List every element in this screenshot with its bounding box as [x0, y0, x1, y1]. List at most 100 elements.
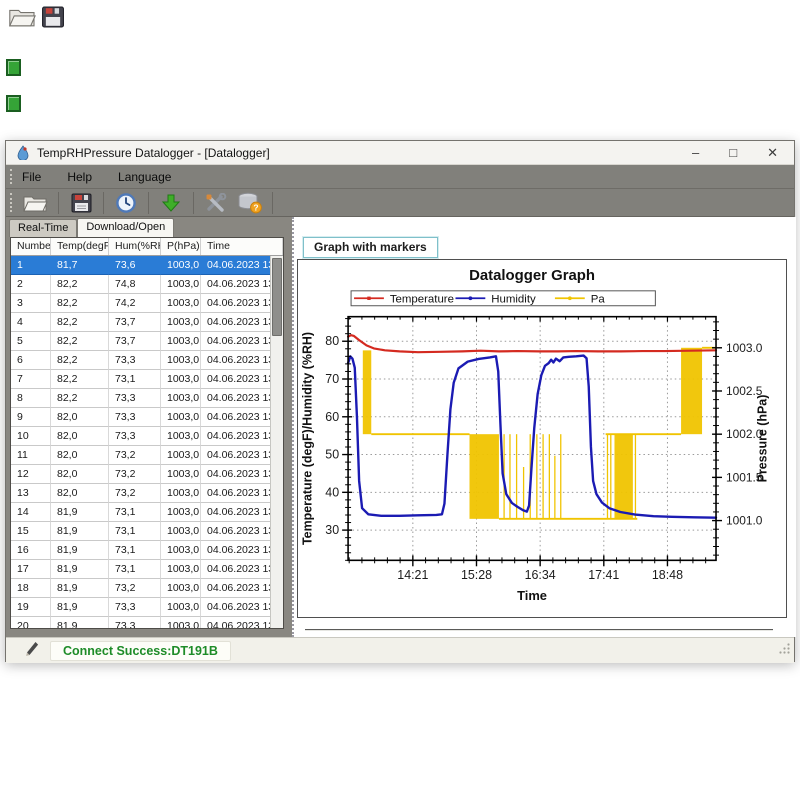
menubar-gripper[interactable]	[10, 169, 13, 184]
table-row[interactable]: 1881,973,21003,004.06.2023 13...	[11, 579, 283, 598]
table-row[interactable]: 1981,973,31003,004.06.2023 13...	[11, 598, 283, 617]
table-cell: 20	[11, 617, 51, 628]
table-cell: 73,3	[109, 598, 161, 617]
table-row[interactable]: 1282,073,21003,004.06.2023 13...	[11, 465, 283, 484]
table-cell: 82,0	[51, 408, 109, 427]
settings-tools-button[interactable]	[202, 191, 230, 215]
maximize-button[interactable]: □	[729, 142, 737, 164]
save-button[interactable]	[67, 191, 95, 215]
menu-file[interactable]: File	[22, 170, 41, 184]
connection-pen-icon	[24, 639, 40, 662]
table-cell: 8	[11, 389, 51, 408]
legend-label: Pa	[591, 293, 606, 305]
table-row[interactable]: 1581,973,11003,004.06.2023 13...	[11, 522, 283, 541]
column-header-2[interactable]: Hum(%RH)	[109, 238, 161, 255]
table-cell: 1	[11, 256, 51, 275]
legend-label: Humidity	[491, 293, 536, 305]
table-row[interactable]: 682,273,31003,004.06.2023 13...	[11, 351, 283, 370]
x-axis-title: Time	[517, 588, 547, 603]
open-folder-button[interactable]	[22, 191, 50, 215]
menu-language[interactable]: Language	[118, 170, 171, 184]
toolbar-separator	[272, 192, 273, 214]
toolbar-gripper[interactable]	[10, 193, 13, 212]
table-cell: 73,2	[109, 484, 161, 503]
table-cell: 82,2	[51, 294, 109, 313]
menu-help[interactable]: Help	[67, 170, 92, 184]
column-header-4[interactable]: Time	[201, 238, 283, 255]
table-row[interactable]: 782,273,11003,004.06.2023 13...	[11, 370, 283, 389]
svg-text:17:41: 17:41	[588, 568, 619, 582]
table-cell: 1003,0	[161, 617, 201, 628]
svg-text:1003.0: 1003.0	[726, 341, 763, 355]
table-cell: 81,9	[51, 541, 109, 560]
column-header-1[interactable]: Temp(degF)	[51, 238, 109, 255]
table-cell: 3	[11, 294, 51, 313]
tab-real-time[interactable]: Real-Time	[9, 219, 77, 237]
table-row[interactable]: 482,273,71003,004.06.2023 13...	[11, 313, 283, 332]
toolbar-separator	[193, 192, 194, 214]
toolbar: ?	[6, 189, 794, 217]
svg-text:16:34: 16:34	[525, 568, 556, 582]
table-row[interactable]: 1082,073,31003,004.06.2023 13...	[11, 427, 283, 446]
resize-grip[interactable]	[778, 642, 791, 660]
database-help-button[interactable]: ?	[236, 191, 264, 215]
data-panel: Real-Time Download/Open NumberTemp(degF)…	[6, 217, 293, 637]
table-cell: 1003,0	[161, 313, 201, 332]
table-cell: 1003,0	[161, 560, 201, 579]
table-row[interactable]: 1481,973,11003,004.06.2023 13...	[11, 503, 283, 522]
table-cell: 82,0	[51, 484, 109, 503]
table-row[interactable]: 1182,073,21003,004.06.2023 13...	[11, 446, 283, 465]
tab-strip: Real-Time Download/Open	[9, 218, 174, 237]
right-axis-title: Pressure (hPa)	[756, 395, 770, 483]
svg-text:40: 40	[325, 485, 339, 499]
svg-text:14:21: 14:21	[397, 568, 428, 582]
table-cell: 81,7	[51, 256, 109, 275]
table-row[interactable]: 282,274,81003,004.06.2023 13...	[11, 275, 283, 294]
table-cell: 82,2	[51, 351, 109, 370]
table-cell: 73,3	[109, 408, 161, 427]
table-cell: 73,7	[109, 313, 161, 332]
titlebar[interactable]: TempRHPressure Datalogger - [Datalogger]…	[6, 141, 794, 165]
table-row[interactable]: 1781,973,11003,004.06.2023 13...	[11, 560, 283, 579]
table-row[interactable]: 2081,973,31003,004.06.2023 13...	[11, 617, 283, 628]
table-cell: 1003,0	[161, 389, 201, 408]
table-row[interactable]: 582,273,71003,004.06.2023 13...	[11, 332, 283, 351]
table-cell: 82,2	[51, 389, 109, 408]
table-row[interactable]: 882,273,31003,004.06.2023 13...	[11, 389, 283, 408]
table-header: NumberTemp(degF)Hum(%RH)P(hPa)Time	[11, 238, 283, 256]
graph-with-markers-button[interactable]: Graph with markers	[303, 237, 438, 258]
menubar: File Help Language	[6, 165, 794, 189]
close-button[interactable]: ✕	[767, 142, 778, 164]
history-clock-button[interactable]	[112, 191, 140, 215]
table-cell: 82,0	[51, 446, 109, 465]
download-arrow-button[interactable]	[157, 191, 185, 215]
table-cell: 17	[11, 560, 51, 579]
svg-text:50: 50	[325, 448, 339, 462]
svg-text:30: 30	[325, 523, 339, 537]
table-body: 181,773,61003,004.06.2023 13...282,274,8…	[11, 256, 283, 628]
tab-download-open[interactable]: Download/Open	[77, 218, 174, 237]
table-cell: 73,3	[109, 427, 161, 446]
minimize-button[interactable]: –	[692, 142, 699, 164]
table-cell: 82,2	[51, 370, 109, 389]
table-cell: 19	[11, 598, 51, 617]
table-row[interactable]: 1382,073,21003,004.06.2023 13...	[11, 484, 283, 503]
table-row[interactable]: 982,073,31003,004.06.2023 13...	[11, 408, 283, 427]
toolbar-separator	[58, 192, 59, 214]
table-row[interactable]: 1681,973,11003,004.06.2023 13...	[11, 541, 283, 560]
table-cell: 1003,0	[161, 294, 201, 313]
svg-text:80: 80	[325, 334, 339, 348]
table-cell: 73,3	[109, 351, 161, 370]
table-cell: 73,1	[109, 503, 161, 522]
table-cell: 1003,0	[161, 465, 201, 484]
table-row[interactable]: 382,274,21003,004.06.2023 13...	[11, 294, 283, 313]
svg-text:70: 70	[325, 372, 339, 386]
table-scrollbar[interactable]	[270, 256, 283, 628]
app-icon	[16, 145, 30, 160]
table-cell: 9	[11, 408, 51, 427]
column-header-0[interactable]: Number	[11, 238, 51, 255]
table-row[interactable]: 181,773,61003,004.06.2023 13...	[11, 256, 283, 275]
scrollbar-thumb[interactable]	[272, 258, 282, 336]
table-cell: 73,6	[109, 256, 161, 275]
column-header-3[interactable]: P(hPa)	[161, 238, 201, 255]
